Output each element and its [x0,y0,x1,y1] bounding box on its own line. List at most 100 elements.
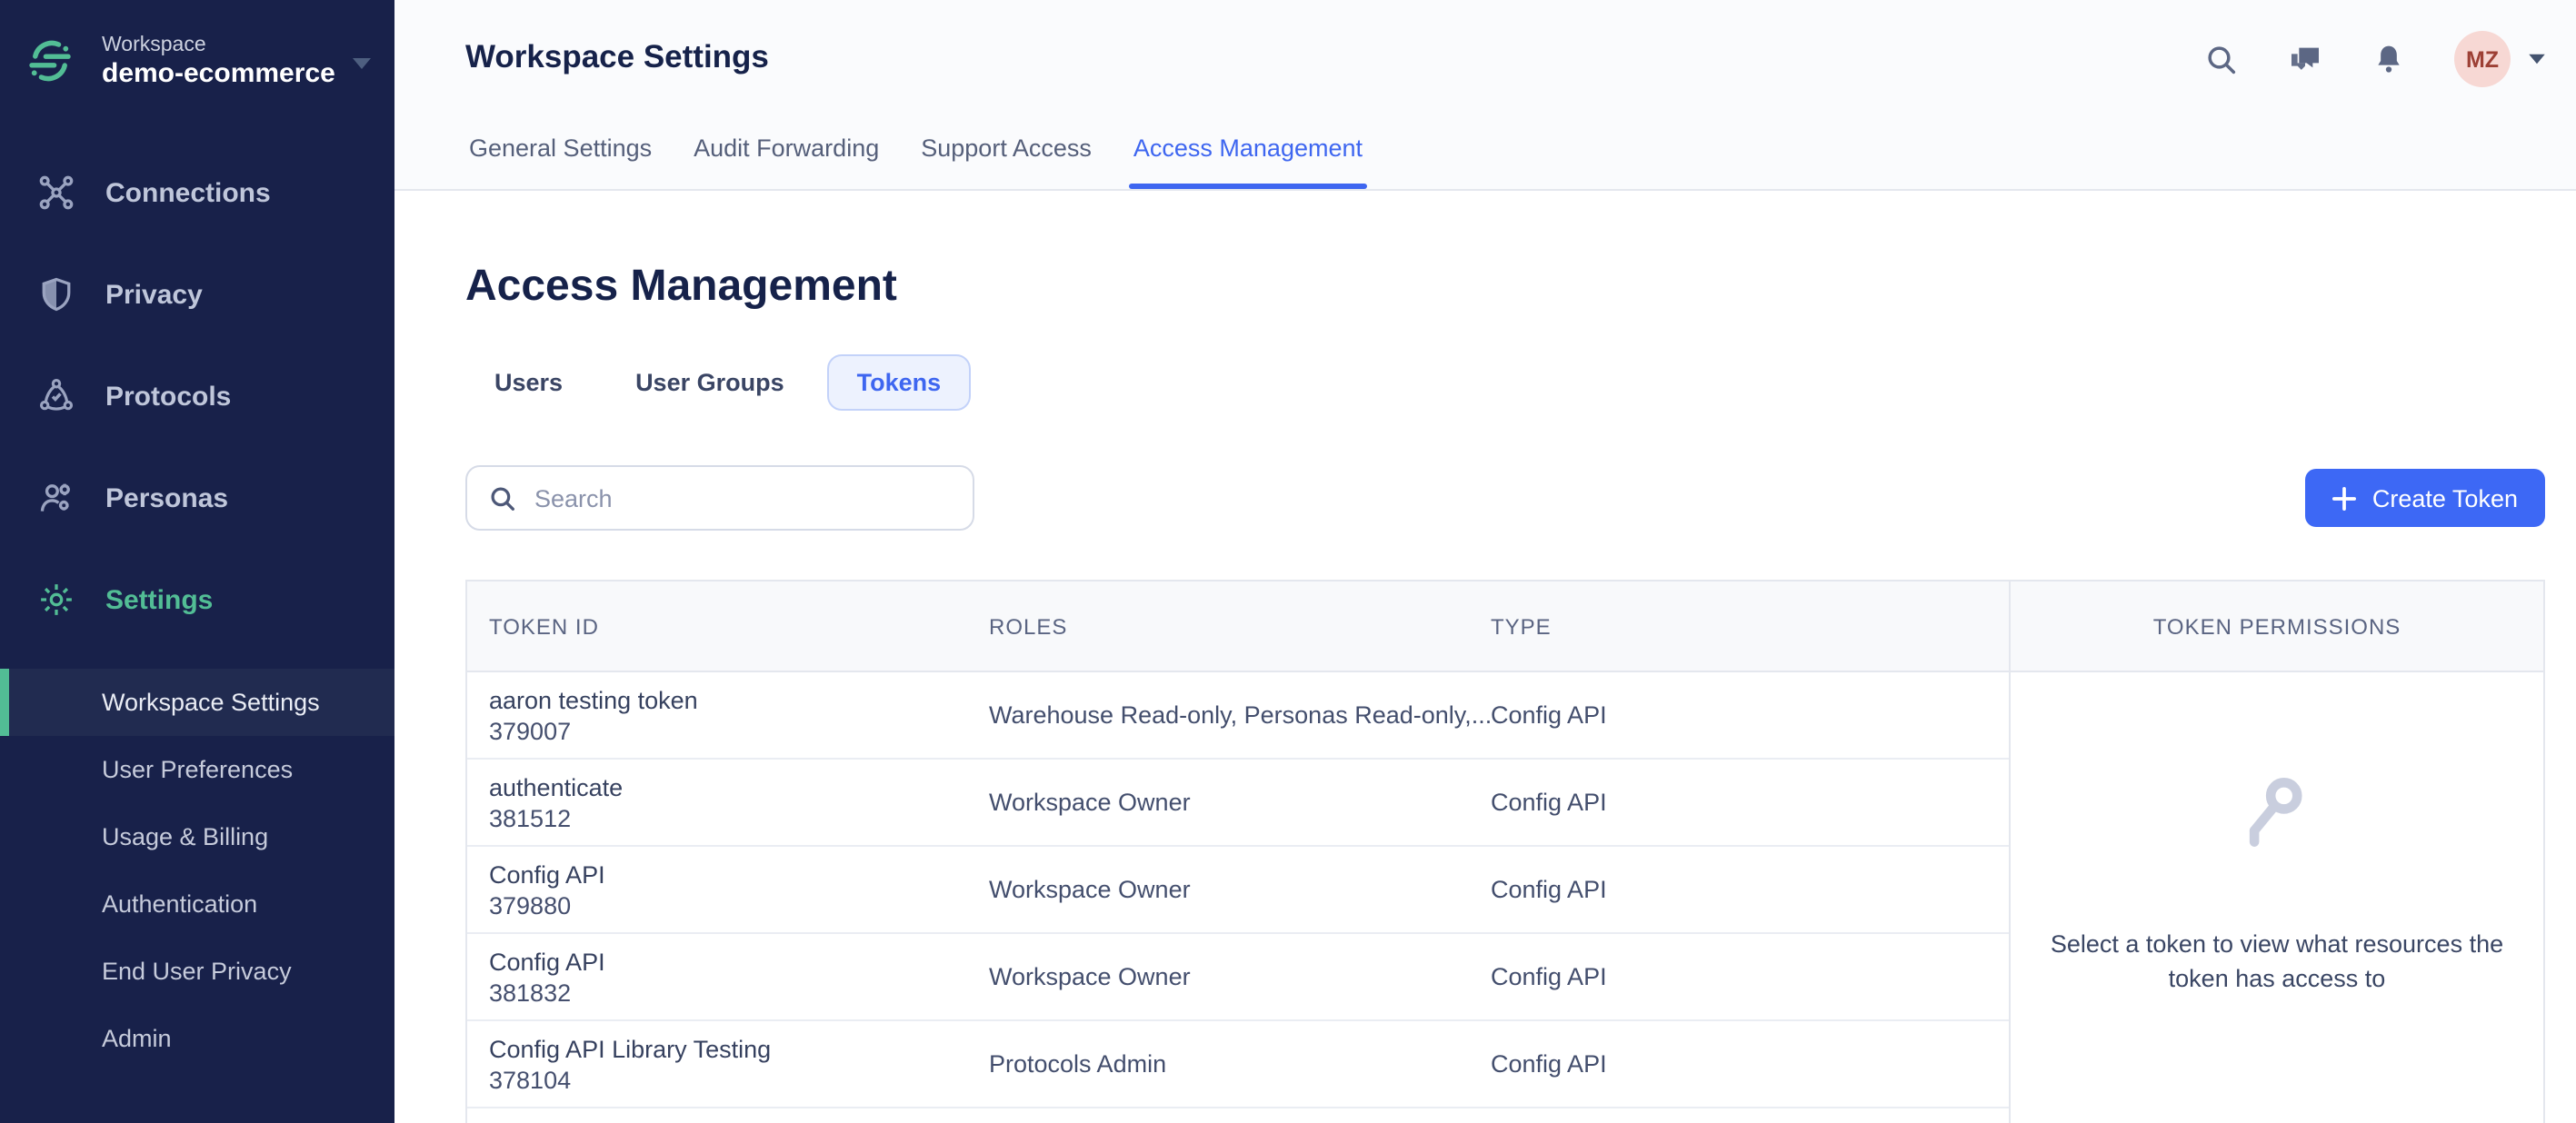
protocols-icon [36,376,76,416]
workspace-name: demo-ecommerce [102,57,335,88]
top-bar: Workspace Settings General Settings Audi… [394,0,2576,191]
settings-subnav: Workspace Settings User Preferences Usag… [0,669,394,1072]
token-id: 378104 [489,1066,572,1093]
sidebar-item-label: Connections [105,177,271,208]
plus-icon [2331,486,2356,510]
tab-user-groups[interactable]: User Groups [606,354,814,411]
main-area: Workspace Settings General Settings Audi… [394,0,2576,1123]
empty-state-text: Select a token to view what resources th… [2050,930,2504,992]
table-row[interactable]: aaron testing token 379007 Warehouse Rea… [467,672,2009,760]
subnav-label: Authentication [102,890,258,918]
app-root: Workspace demo-ecommerce Connections Pri… [0,0,2576,1123]
tab-tokens[interactable]: Tokens [827,354,971,411]
subnav-item-workspace-settings[interactable]: Workspace Settings [0,669,394,736]
token-roles: Workspace Owner [989,789,1191,816]
column-header-roles: ROLES [989,613,1068,639]
token-id: 381512 [489,804,572,831]
tab-support-access[interactable]: Support Access [921,134,1092,189]
personas-icon [36,478,76,518]
token-roles: Workspace Owner [989,963,1191,990]
token-type: Config API [1491,789,1607,816]
search-icon[interactable] [2203,41,2240,77]
token-id: 379007 [489,717,572,744]
chat-icon[interactable] [2287,41,2323,77]
token-id: 379880 [489,891,572,919]
sidebar-item-label: Settings [105,584,214,615]
token-name: Config API [489,860,605,888]
connections-icon [36,173,76,213]
table-header: TOKEN ID ROLES TYPE TOKEN PERMISSIONS [467,581,2543,672]
workspace-info: Workspace demo-ecommerce [102,32,344,90]
subnav-item-usage-billing[interactable]: Usage & Billing [0,803,394,870]
token-rows: aaron testing token 379007 Warehouse Rea… [467,672,2009,1123]
column-header-type: TYPE [1491,613,1552,639]
key-icon [2235,772,2319,865]
sidebar-item-protocols[interactable]: Protocols [0,345,394,447]
subnav-label: Usage & Billing [102,823,269,850]
sidebar-item-privacy[interactable]: Privacy [0,243,394,345]
create-token-label: Create Token [2371,484,2518,512]
tab-users[interactable]: Users [465,354,592,411]
table-body: aaron testing token 379007 Warehouse Rea… [467,672,2543,1123]
tokens-table: TOKEN ID ROLES TYPE TOKEN PERMISSIONS aa… [465,580,2545,1123]
subnav-item-authentication[interactable]: Authentication [0,870,394,938]
tab-general-settings[interactable]: General Settings [469,134,652,189]
create-token-button[interactable]: Create Token [2304,469,2545,527]
workspace-caret-down-icon[interactable] [351,46,373,79]
sidebar-item-label: Privacy [105,279,203,310]
token-type: Config API [1491,963,1607,990]
token-name: Config API [489,948,605,975]
sidebar: Workspace demo-ecommerce Connections Pri… [0,0,394,1123]
subnav-label: User Preferences [102,756,294,783]
subnav-label: End User Privacy [102,958,292,985]
token-search[interactable] [465,465,974,531]
table-row[interactable]: Config API 381832 Workspace Owner Config… [467,934,2009,1021]
sidebar-item-label: Protocols [105,381,232,412]
gear-icon [36,580,76,620]
top-actions: MZ [2203,31,2547,87]
token-name: Config API Library Testing [489,1035,772,1062]
token-type: Config API [1491,701,1607,729]
user-menu[interactable]: MZ [2454,31,2547,87]
token-type: Config API [1491,876,1607,903]
subnav-item-admin[interactable]: Admin [0,1005,394,1072]
bell-icon[interactable] [2371,41,2407,77]
settings-tabs: General Settings Audit Forwarding Suppor… [469,134,1367,189]
subnav-item-user-preferences[interactable]: User Preferences [0,736,394,803]
page-title: Access Management [465,262,897,311]
tab-audit-forwarding[interactable]: Audit Forwarding [694,134,879,189]
shield-icon [36,274,76,314]
token-name: authenticate [489,773,624,800]
token-type: Config API [1491,1050,1607,1078]
content: Access Management Users User Groups Toke… [394,191,2576,1123]
sidebar-item-settings[interactable]: Settings [0,549,394,651]
token-roles: Workspace Owner [989,876,1191,903]
column-header-token-id: TOKEN ID [489,613,599,639]
table-row[interactable]: Config API Library Testing 378104 Protoc… [467,1021,2009,1108]
sidebar-nav: Connections Privacy Protocols Personas S… [0,142,394,651]
toolbar: Create Token [465,465,2576,531]
sidebar-item-connections[interactable]: Connections [0,142,394,243]
sidebar-item-label: Personas [105,482,229,513]
subnav-label: Admin [102,1025,172,1052]
token-name: aaron testing token [489,686,698,713]
token-permissions-panel: Select a token to view what resources th… [2009,672,2543,1123]
user-menu-caret-down-icon [2527,53,2547,65]
search-input[interactable] [534,484,953,512]
workspace-label: Workspace [102,34,206,55]
access-tabs: Users User Groups Tokens [465,354,2576,411]
subnav-item-end-user-privacy[interactable]: End User Privacy [0,938,394,1005]
subnav-label: Workspace Settings [102,689,320,716]
sidebar-item-personas[interactable]: Personas [0,447,394,549]
token-id: 381832 [489,979,572,1006]
column-header-token-permissions: TOKEN PERMISSIONS [2009,581,2543,671]
tab-access-management[interactable]: Access Management [1129,134,1367,189]
workspace-switcher[interactable]: Workspace demo-ecommerce [0,0,394,96]
table-row[interactable]: authenticate 381512 Workspace Owner Conf… [467,760,2009,847]
token-roles: Protocols Admin [989,1050,1167,1078]
search-icon [487,482,518,513]
token-roles: Warehouse Read-only, Personas Read-only,… [989,701,1491,729]
table-row[interactable]: Config API 379880 Workspace Owner Config… [467,847,2009,934]
segment-logo-icon [27,38,73,84]
avatar[interactable]: MZ [2454,31,2511,87]
